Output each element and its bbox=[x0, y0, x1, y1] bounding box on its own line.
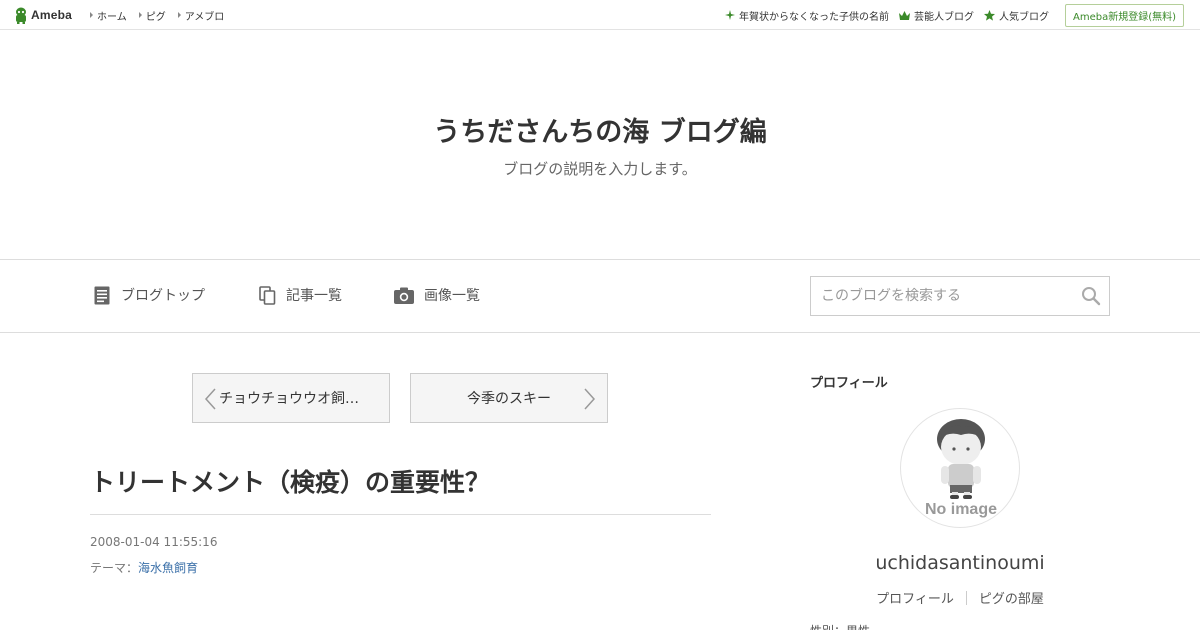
chevron-left-icon bbox=[204, 388, 216, 410]
profile-username[interactable]: uchidasantinoumi bbox=[810, 552, 1110, 574]
document-icon bbox=[94, 286, 110, 304]
top-nav-label: ピグ bbox=[145, 11, 166, 23]
profile-detail-text: 性別：男性 bbox=[810, 622, 870, 630]
top-nav-pigg[interactable]: ピグ bbox=[138, 8, 166, 23]
no-image-avatar-icon: No image bbox=[925, 419, 997, 518]
blog-description: ブログの説明を入力します。 bbox=[503, 160, 697, 178]
nav-label: 画像一覧 bbox=[424, 288, 480, 304]
top-nav-label: ホーム bbox=[97, 11, 127, 23]
register-button[interactable]: Ameba新規登録(無料) bbox=[1064, 3, 1184, 27]
top-nav: ホーム ピグ アメブロ bbox=[90, 0, 224, 30]
title-divider bbox=[90, 514, 711, 515]
theme-link[interactable]: 海水魚飼育 bbox=[138, 561, 198, 575]
next-article-button[interactable]: 今季のスキー bbox=[410, 373, 608, 423]
top-right-links: 年賀状からなくなった子供の名前 芸能人ブログ 人気ブログ Ameba新規登録(無… bbox=[715, 0, 1184, 30]
article-date: 2008-01-04 11:55:16 bbox=[90, 535, 218, 549]
blog-title[interactable]: うちださんちの海 ブログ編 bbox=[0, 110, 1200, 149]
popular-blog-link[interactable]: 人気ブログ bbox=[983, 8, 1049, 23]
trending-link-label: 年賀状からなくなった子供の名前 bbox=[738, 11, 889, 23]
star-icon bbox=[983, 9, 995, 21]
top-nav-ameblo[interactable]: アメブロ bbox=[177, 8, 225, 23]
triangle-right-icon bbox=[138, 12, 142, 18]
celebrity-blog-label: 芸能人ブログ bbox=[913, 11, 974, 23]
blog-search-box bbox=[810, 276, 1110, 316]
search-icon[interactable] bbox=[1081, 286, 1101, 306]
nav-article-list[interactable]: 記事一覧 bbox=[259, 285, 342, 305]
link-separator bbox=[965, 590, 967, 605]
profile-link[interactable]: プロフィール bbox=[876, 588, 954, 607]
trending-link[interactable]: 年賀状からなくなった子供の名前 bbox=[724, 8, 889, 23]
prev-article-button[interactable]: チョウチョウウオ飼… bbox=[192, 373, 390, 423]
profile-heading: プロフィール bbox=[810, 376, 888, 391]
profile-links: プロフィール ピグの部屋 bbox=[810, 588, 1110, 607]
logo-text: Ameba bbox=[31, 8, 73, 22]
article-theme: テーマ：海水魚飼育 bbox=[90, 559, 198, 576]
crown-icon bbox=[898, 10, 910, 20]
blog-search-input[interactable] bbox=[811, 277, 1071, 315]
copy-icon bbox=[259, 285, 276, 305]
nav-label: 記事一覧 bbox=[286, 288, 342, 304]
top-nav-home[interactable]: ホーム bbox=[90, 8, 127, 23]
triangle-right-icon bbox=[90, 12, 93, 18]
blog-nav-bar: ブログトップ 記事一覧 画像一覧 bbox=[0, 259, 1200, 333]
popular-blog-label: 人気ブログ bbox=[998, 11, 1049, 23]
camera-icon bbox=[394, 287, 414, 304]
pigg-room-link[interactable]: ピグの部屋 bbox=[979, 588, 1044, 607]
nav-image-list[interactable]: 画像一覧 bbox=[394, 285, 480, 305]
triangle-right-icon bbox=[177, 12, 181, 18]
article-title[interactable]: トリートメント（検疫）の重要性？ bbox=[90, 463, 490, 499]
avatar[interactable]: No image bbox=[900, 408, 1020, 528]
ameba-mascot-icon bbox=[16, 7, 26, 24]
top-nav-label: アメブロ bbox=[184, 11, 225, 23]
sparkle-icon bbox=[724, 10, 735, 20]
ameba-logo[interactable]: Ameba bbox=[14, 6, 72, 24]
chevron-right-icon bbox=[584, 388, 596, 410]
theme-prefix: テーマ： bbox=[90, 561, 139, 575]
celebrity-blog-link[interactable]: 芸能人ブログ bbox=[898, 8, 974, 23]
avatar-caption: No image bbox=[925, 501, 997, 518]
nav-label: ブログトップ bbox=[121, 288, 205, 304]
top-bar: Ameba ホーム ピグ アメブロ 年賀状からなくなった子供の名前 芸能人ブログ bbox=[0, 0, 1200, 30]
prev-article-label: チョウチョウウオ飼… bbox=[219, 391, 359, 407]
next-article-label: 今季のスキー bbox=[467, 391, 551, 407]
nav-blog-top[interactable]: ブログトップ bbox=[94, 285, 205, 305]
